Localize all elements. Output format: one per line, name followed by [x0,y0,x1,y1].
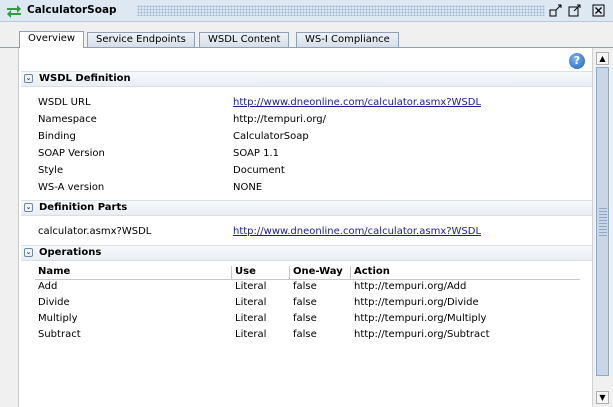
operation-use: Literal [235,281,267,292]
operation-name: Add [38,281,58,292]
operation-use: Literal [235,313,267,324]
prop-label-binding: Binding [38,131,76,142]
close-icon[interactable] [592,4,606,18]
tab-bar: Overview Service Endpoints WSDL Content … [0,22,613,48]
scrollbar-thumb[interactable] [596,67,609,376]
prop-label-style: Style [38,165,64,176]
grip-icon [599,208,607,238]
tab-service-endpoints[interactable]: Service Endpoints [87,32,195,47]
column-header-use[interactable]: Use [232,266,290,280]
prop-value-soap-version: SOAP 1.1 [233,148,279,159]
section-definition-parts[interactable]: ⌄ Definition Parts [21,200,592,216]
definition-part-name: calculator.asmx?WSDL [38,226,152,237]
tab-overview[interactable]: Overview [19,31,85,48]
title-bar: CalculatorSoap [0,0,613,22]
maximize-icon[interactable] [568,4,582,18]
operation-one-way: false [293,297,317,308]
column-header-action[interactable]: Action [351,266,580,280]
left-gutter [0,48,18,407]
operation-one-way: false [293,329,317,340]
section-wsdl-definition[interactable]: ⌄ WSDL Definition [21,71,592,87]
prop-label-namespace: Namespace [38,114,97,125]
window-title: CalculatorSoap [27,4,117,16]
operation-use: Literal [235,329,267,340]
section-operations[interactable]: ⌄ Operations [21,245,592,261]
column-header-name[interactable]: Name [35,266,232,280]
collapse-icon[interactable]: ⌄ [24,203,33,212]
prop-value-style: Document [233,165,285,176]
collapse-icon[interactable]: ⌄ [24,74,33,83]
title-bar-pattern [137,5,545,16]
prop-label-wsdl-url: WSDL URL [38,97,91,108]
prop-value-ws-a-version: NONE [233,182,263,193]
section-title: WSDL Definition [39,73,131,84]
operation-use: Literal [235,297,267,308]
vertical-scrollbar[interactable]: ▲ ▼ [592,48,613,407]
soap-interface-icon [5,4,23,18]
collapse-icon[interactable]: ⌄ [24,248,33,257]
operation-action: http://tempuri.org/Subtract [354,329,490,340]
prop-value-binding: CalculatorSoap [233,131,309,142]
operation-one-way: false [293,281,317,292]
scroll-up-icon[interactable]: ▲ [596,52,609,65]
operation-one-way: false [293,313,317,324]
operation-action: http://tempuri.org/Divide [354,297,479,308]
tab-wsdl-content[interactable]: WSDL Content [199,32,290,47]
scroll-down-icon[interactable]: ▼ [596,391,609,404]
column-header-one-way[interactable]: One-Way [290,266,351,280]
operation-name: Divide [38,297,70,308]
help-icon[interactable]: ? [569,53,585,69]
detach-icon[interactable] [549,4,563,18]
definition-part-link[interactable]: http://www.dneonline.com/calculator.asmx… [233,226,481,237]
prop-label-soap-version: SOAP Version [38,148,105,159]
section-title: Definition Parts [39,202,128,213]
tab-ws-i-compliance[interactable]: WS-I Compliance [296,32,399,47]
operation-name: Multiply [38,313,78,324]
operation-action: http://tempuri.org/Add [354,281,467,292]
prop-label-ws-a-version: WS-A version [38,182,105,193]
section-title: Operations [39,247,102,258]
operation-name: Subtract [38,329,81,340]
operation-action: http://tempuri.org/Multiply [354,313,487,324]
wsdl-url-link[interactable]: http://www.dneonline.com/calculator.asmx… [233,97,481,108]
prop-value-namespace: http://tempuri.org/ [233,114,326,125]
